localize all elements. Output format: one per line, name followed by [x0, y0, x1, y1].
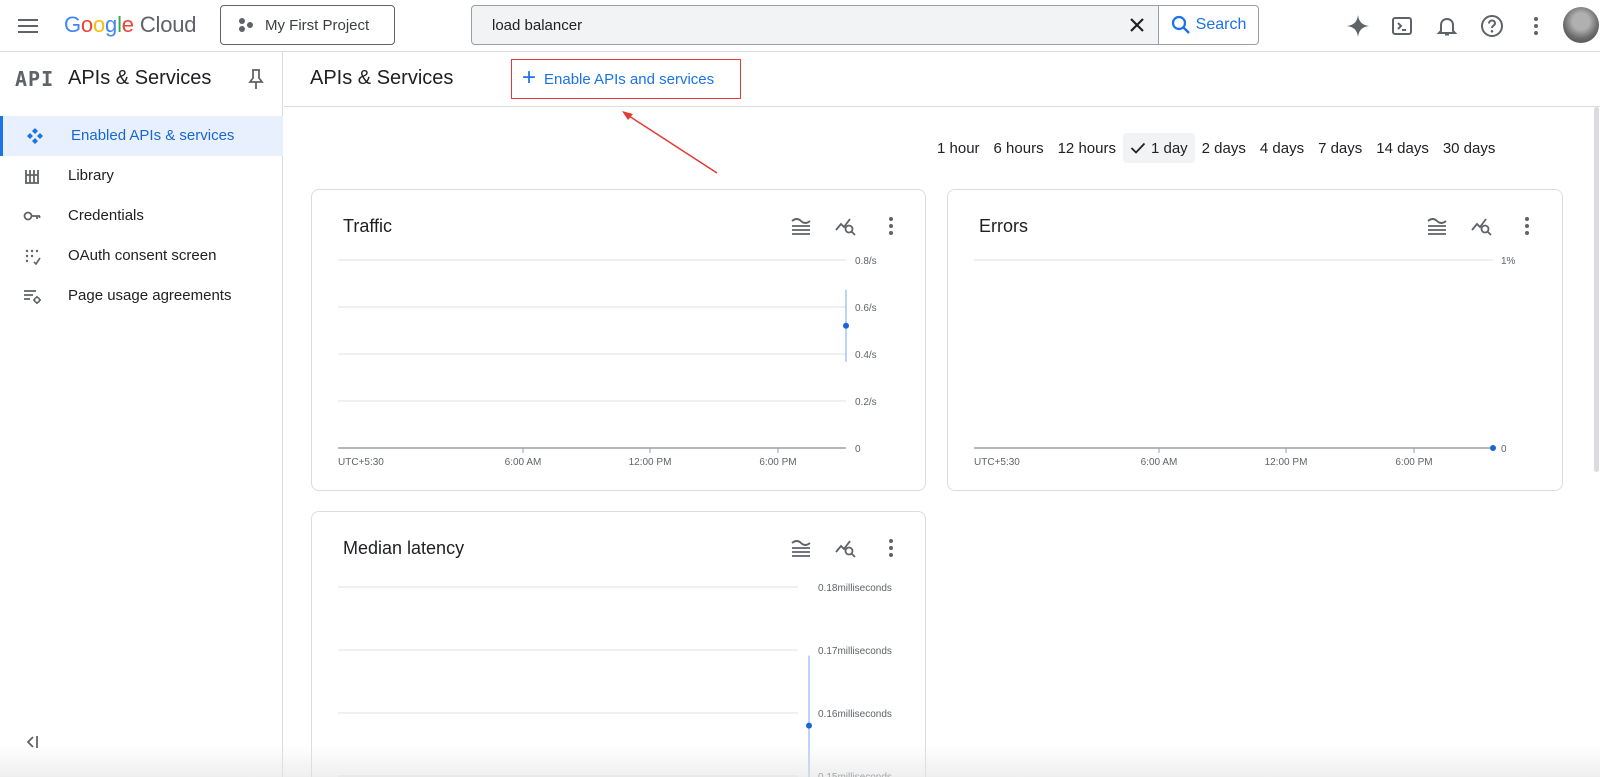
- plus-icon: +: [522, 64, 537, 91]
- sidebar-item-label: Page usage agreements: [68, 287, 232, 304]
- sidebar-item-label: Enabled APIs & services: [71, 127, 235, 144]
- project-name: My First Project: [265, 16, 370, 34]
- search-button[interactable]: Search: [1159, 5, 1259, 45]
- y-tick-label: 0.4/s: [855, 350, 877, 361]
- sidebar-item-page-usage-agreements[interactable]: Page usage agreements: [0, 276, 283, 316]
- consent-grid-icon: [25, 249, 41, 266]
- sidebar-item-label: Library: [68, 167, 114, 184]
- x-tick-label: 6:00 AM: [505, 457, 542, 468]
- account-avatar[interactable]: [1563, 7, 1599, 43]
- range-14-days[interactable]: 14 days: [1369, 133, 1436, 163]
- settings-list-icon: [24, 290, 41, 304]
- errors-chart-card: Errors 1% 0 UTC+5:30 6:00 AM 12:00 PM 6:00 PM: [947, 189, 1563, 491]
- errors-chart: 1% 0 UTC+5:30 6:00 AM 12:00 PM 6:00 PM: [974, 256, 1516, 468]
- y-tick-label: 0.18milliseconds: [818, 583, 892, 594]
- median-latency-chart-card: Median latency 0.18milliseconds 0.17milli…: [311, 511, 926, 777]
- library-icon: [25, 170, 39, 184]
- sidebar-item-credentials[interactable]: Credentials: [0, 196, 283, 236]
- y-tick-label: 0.6/s: [855, 303, 877, 314]
- y-tick-label: 0.16milliseconds: [818, 709, 892, 720]
- sidebar-item-enabled-apis[interactable]: Enabled APIs & services: [0, 116, 283, 156]
- y-tick-label: 0.17milliseconds: [818, 646, 892, 657]
- time-range-selector: 1 hour 6 hours 12 hours 1 day 2 days 4 d…: [930, 133, 1502, 163]
- search-icon: [1171, 15, 1190, 34]
- range-30-days[interactable]: 30 days: [1436, 133, 1503, 163]
- x-tick-label: 12:00 PM: [1265, 457, 1308, 468]
- range-1-hour[interactable]: 1 hour: [930, 133, 987, 163]
- y-tick-label: 0.15milliseconds: [818, 772, 892, 777]
- more-options-icon[interactable]: [1522, 12, 1550, 40]
- search-input[interactable]: [472, 6, 1092, 44]
- close-icon[interactable]: [1126, 14, 1148, 36]
- x-tick-label: UTC+5:30: [974, 457, 1020, 468]
- vertical-scrollbar[interactable]: [1594, 107, 1599, 472]
- notifications-bell-icon[interactable]: [1433, 12, 1461, 40]
- range-label: 1 day: [1150, 139, 1188, 157]
- y-tick-label: 0.2/s: [855, 397, 877, 408]
- api-diamond-icon: [27, 128, 43, 144]
- sidebar-title: APIs & Services: [68, 67, 212, 89]
- check-icon: [1130, 142, 1146, 154]
- sidebar-header: API APIs & Services: [0, 52, 282, 106]
- range-12-hours[interactable]: 12 hours: [1051, 133, 1123, 163]
- y-tick-label: 1%: [1501, 256, 1516, 267]
- cloud-shell-terminal-icon[interactable]: [1388, 12, 1416, 40]
- enable-apis-label: Enable APIs and services: [544, 70, 715, 88]
- range-4-days[interactable]: 4 days: [1253, 133, 1311, 163]
- collapse-sidebar-icon[interactable]: [22, 732, 44, 752]
- traffic-chart: 0.8/s 0.6/s 0.4/s 0.2/s 0 UTC+5:30 6:00 AM 12:0…: [338, 256, 877, 468]
- median-latency-chart: 0.18milliseconds 0.17milliseconds 0.16mill…: [338, 583, 892, 777]
- x-tick-label: 6:00 PM: [759, 457, 796, 468]
- y-tick-label: 0: [855, 444, 861, 455]
- sidebar-item-oauth-consent[interactable]: OAuth consent screen: [0, 236, 283, 276]
- enable-apis-button[interactable]: + Enable APIs and services: [511, 59, 741, 99]
- top-bar: GoogleCloud My First Project Search: [0, 0, 1600, 52]
- y-tick-label: 0: [1501, 444, 1507, 455]
- x-tick-label: 6:00 AM: [1141, 457, 1178, 468]
- page-title: APIs & Services: [310, 67, 454, 89]
- range-6-hours[interactable]: 6 hours: [987, 133, 1051, 163]
- range-7-days[interactable]: 7 days: [1311, 133, 1369, 163]
- sidebar-item-label: Credentials: [68, 207, 144, 224]
- main-menu-icon[interactable]: [12, 10, 44, 42]
- api-logo-icon: API: [15, 67, 55, 91]
- data-point: [806, 722, 812, 729]
- x-tick-label: UTC+5:30: [338, 457, 384, 468]
- search-box: [471, 5, 1159, 45]
- google-cloud-logo[interactable]: Google Cloud: [64, 12, 196, 38]
- search-button-label: Search: [1195, 16, 1247, 33]
- pin-icon[interactable]: [246, 68, 266, 90]
- range-1-day[interactable]: 1 day: [1122, 133, 1195, 163]
- project-nodes-icon: [239, 18, 253, 32]
- gemini-sparkle-icon[interactable]: [1344, 12, 1372, 40]
- sidebar-item-library[interactable]: Library: [0, 156, 283, 196]
- range-2-days[interactable]: 2 days: [1195, 133, 1253, 163]
- x-tick-label: 12:00 PM: [629, 457, 672, 468]
- sidebar: API APIs & Services Enabled APIs & servi…: [0, 52, 283, 777]
- main-header: APIs & Services + Enable APIs and servic…: [284, 52, 1600, 107]
- data-point: [1490, 445, 1496, 451]
- annotation-arrow: [622, 111, 718, 174]
- help-icon[interactable]: [1478, 12, 1506, 40]
- y-tick-label: 0.8/s: [855, 256, 877, 267]
- sidebar-item-label: OAuth consent screen: [68, 247, 217, 264]
- key-icon: [23, 211, 41, 221]
- x-tick-label: 6:00 PM: [1395, 457, 1432, 468]
- project-picker-button[interactable]: My First Project: [220, 5, 395, 45]
- traffic-chart-card: Traffic 0.8/s 0.6/s 0.4/s 0.2/s 0 UTC+5:30 6:0…: [311, 189, 926, 491]
- data-point: [843, 322, 849, 329]
